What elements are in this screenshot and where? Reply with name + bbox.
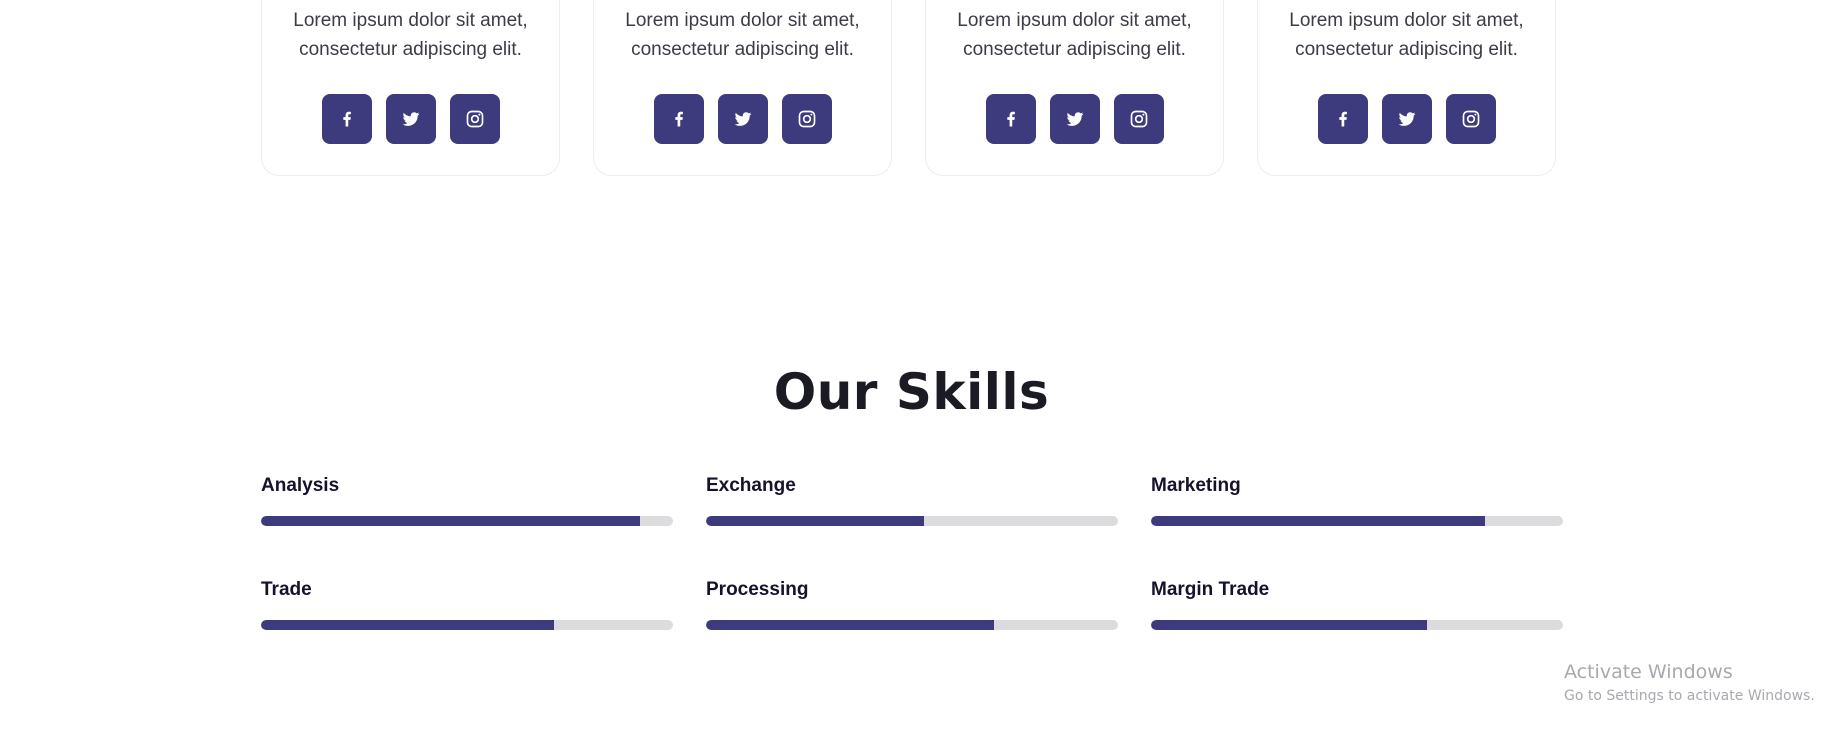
team-card: Lorem ipsum dolor sit amet, consectetur … [593,0,892,176]
team-card: Lorem ipsum dolor sit amet, consectetur … [925,0,1224,176]
skill-progress-fill [1151,620,1428,630]
facebook-icon [674,111,683,127]
team-cards: Lorem ipsum dolor sit amet, consectetur … [261,0,1562,176]
instagram-button[interactable] [1445,94,1496,144]
team-card: Lorem ipsum dolor sit amet, consectetur … [1257,0,1556,176]
instagram-icon [1462,110,1479,128]
skills-grid: Analysis Exchange Marketing Trade Proces… [261,474,1563,630]
team-card: Lorem ipsum dolor sit amet, consectetur … [261,0,560,176]
facebook-button[interactable] [985,94,1036,144]
skill-progress-track [706,620,1118,630]
twitter-button[interactable] [1049,94,1100,144]
instagram-icon [466,110,483,128]
social-links [926,94,1223,144]
twitter-icon [734,112,751,126]
skill-progress-track [261,620,673,630]
skill-progress-track [1151,516,1563,526]
instagram-button[interactable] [781,94,832,144]
team-card-description: Lorem ipsum dolor sit amet, consectetur … [957,10,1192,60]
skill-progress-fill [1151,516,1485,526]
skill-label: Marketing [1151,475,1241,496]
social-links [594,94,891,144]
twitter-button[interactable] [385,94,436,144]
watermark-title: Activate Windows [1564,661,1733,683]
team-card-description: Lorem ipsum dolor sit amet, consectetur … [293,10,528,60]
twitter-icon [402,112,419,126]
instagram-button[interactable] [1113,94,1164,144]
twitter-button[interactable] [717,94,768,144]
facebook-button[interactable] [653,94,704,144]
facebook-button[interactable] [1317,94,1368,144]
watermark-subtitle: Go to Settings to activate Windows. [1564,688,1815,704]
skill-label: Processing [706,579,809,600]
instagram-icon [1130,110,1147,128]
skill-label: Trade [261,579,312,600]
windows-activation-watermark: Activate Windows Go to Settings to activ… [1564,660,1815,706]
skill-progress-track [261,516,673,526]
team-card-description: Lorem ipsum dolor sit amet, consectetur … [625,10,860,60]
skill-progress-track [706,516,1118,526]
skill-label: Exchange [706,475,796,496]
skill-item-analysis: Analysis [261,474,673,526]
social-links [262,94,559,144]
skill-item-exchange: Exchange [706,474,1118,526]
skill-progress-fill [706,620,995,630]
skill-progress-fill [261,516,641,526]
facebook-icon [1338,111,1347,127]
twitter-button[interactable] [1381,94,1432,144]
skill-item-trade: Trade [261,578,673,630]
skill-label: Margin Trade [1151,579,1270,600]
skill-item-margin-trade: Margin Trade [1151,578,1563,630]
twitter-icon [1398,112,1415,126]
instagram-icon [798,110,815,128]
skill-progress-fill [261,620,554,630]
twitter-icon [1066,112,1083,126]
skill-label: Analysis [261,475,340,496]
team-card-description: Lorem ipsum dolor sit amet, consectetur … [1289,10,1524,60]
skill-item-marketing: Marketing [1151,474,1563,526]
facebook-button[interactable] [321,94,372,144]
social-links [1258,94,1555,144]
skill-progress-track [1151,620,1563,630]
facebook-icon [1006,111,1015,127]
skill-progress-fill [706,516,925,526]
instagram-button[interactable] [449,94,500,144]
skill-item-processing: Processing [706,578,1118,630]
facebook-icon [342,111,351,127]
skills-title: Our Skills [773,363,1050,421]
